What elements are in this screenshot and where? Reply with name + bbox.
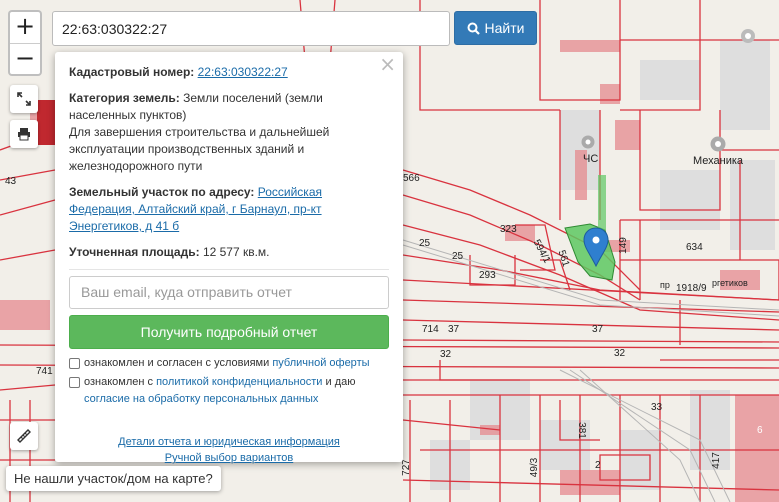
map-label-pr: пр bbox=[660, 280, 670, 290]
map-label-32a: 32 bbox=[440, 349, 452, 360]
search-icon bbox=[467, 22, 480, 35]
map-label-634: 634 bbox=[686, 242, 703, 253]
agree-offer-checkbox[interactable] bbox=[69, 358, 80, 369]
divider bbox=[69, 269, 389, 270]
address-label: Земельный участок по адресу: bbox=[69, 185, 255, 199]
popup-footer-links: Детали отчета и юридическая информация Р… bbox=[69, 434, 389, 466]
zoom-out-button[interactable]: − bbox=[10, 43, 40, 74]
map-label-1918: 1918/9 bbox=[676, 283, 707, 294]
personal-data-consent-link[interactable]: согласие на обработку персональных данны… bbox=[84, 393, 318, 405]
ruler-icon bbox=[17, 429, 31, 443]
land-purpose-text: Для завершения строительства и дальнейше… bbox=[69, 125, 330, 173]
agree-offer-text: ознакомлен и согласен с условиями публич… bbox=[84, 355, 370, 372]
map-label-49: 49/3 bbox=[529, 457, 541, 478]
cadastral-number-row: Кадастровый номер: 22:63:030322:27 bbox=[69, 64, 389, 81]
agree-privacy-text: ознакомлен с политикой конфиденциальност… bbox=[84, 374, 389, 408]
cadastral-search-input[interactable] bbox=[52, 11, 450, 46]
zoom-control: + − bbox=[8, 10, 42, 76]
cadastral-number-label: Кадастровый номер: bbox=[69, 65, 195, 79]
search-button-label: Найти bbox=[484, 20, 525, 36]
gear-icon bbox=[741, 29, 755, 43]
map-label-37a: 37 bbox=[448, 324, 460, 335]
land-category-label: Категория земель: bbox=[69, 91, 180, 105]
agree-offer-label: ознакомлен и согласен с условиями bbox=[84, 357, 270, 369]
public-offer-link[interactable]: публичной оферты bbox=[272, 357, 369, 369]
agree-privacy-label: ознакомлен с bbox=[84, 376, 154, 388]
left-highlight-area bbox=[37, 100, 55, 145]
map-label-43: 43 bbox=[5, 176, 17, 187]
poi-icon-chs bbox=[581, 135, 595, 149]
close-icon[interactable]: × bbox=[379, 54, 396, 74]
area-value: 12 577 кв.м. bbox=[202, 245, 270, 259]
map-label-323: 323 bbox=[500, 224, 517, 235]
parcel-info-popup: × Кадастровый номер: 22:63:030322:27 Кат… bbox=[55, 52, 403, 464]
map-label-727: 727 bbox=[400, 459, 412, 476]
search-button[interactable]: Найти bbox=[454, 11, 537, 45]
map-label-32b: 32 bbox=[614, 348, 626, 359]
expand-icon bbox=[17, 92, 31, 106]
not-found-button[interactable]: Не нашли участок/дом на карте? bbox=[6, 466, 221, 491]
fullscreen-button[interactable] bbox=[10, 85, 38, 113]
map-label-149: 149 bbox=[617, 237, 629, 254]
map-label-6: 6 bbox=[757, 425, 763, 436]
map-label-566: 566 bbox=[403, 173, 420, 184]
privacy-policy-link[interactable]: политикой конфиденциальности bbox=[156, 376, 322, 388]
map-label-33: 33 bbox=[651, 402, 663, 413]
map-label-37b: 37 bbox=[592, 324, 604, 335]
poi-icon-mechanika bbox=[710, 136, 726, 152]
map-label-2: 2 bbox=[595, 460, 601, 471]
agree-privacy-row: ознакомлен с политикой конфиденциальност… bbox=[69, 374, 389, 408]
area-row: Уточненная площадь: 12 577 кв.м. bbox=[69, 244, 389, 261]
area-label: Уточненная площадь: bbox=[69, 245, 200, 259]
map-label-rgetikov: ргетиков bbox=[712, 278, 748, 288]
map-label-293: 293 bbox=[479, 270, 496, 281]
agree-privacy-checkbox[interactable] bbox=[69, 377, 80, 388]
printer-icon bbox=[18, 128, 30, 141]
report-details-link[interactable]: Детали отчета и юридическая информация bbox=[118, 434, 340, 450]
map-label-417: 417 bbox=[710, 452, 722, 469]
map-label-chs: ЧС bbox=[583, 153, 599, 165]
map-label-714: 714 bbox=[422, 324, 439, 335]
land-category-row: Категория земель: Земли поселений (земли… bbox=[69, 90, 389, 175]
print-button[interactable] bbox=[10, 120, 38, 148]
email-field[interactable]: Ваш email, куда отправить отчет bbox=[69, 276, 389, 309]
map-label-mechanika: Механика bbox=[693, 155, 744, 167]
map-label-741: 741 bbox=[36, 366, 53, 377]
measure-button[interactable] bbox=[10, 422, 38, 450]
agree-offer-row: ознакомлен и согласен с условиями публич… bbox=[69, 355, 389, 372]
address-row: Земельный участок по адресу: Российская … bbox=[69, 184, 389, 235]
map-label-381: 381 bbox=[575, 422, 587, 439]
cadastral-number-link[interactable]: 22:63:030322:27 bbox=[198, 65, 288, 79]
map-label-25a: 25 bbox=[419, 238, 431, 249]
get-report-button[interactable]: Получить подробный отчет bbox=[69, 315, 389, 349]
agree-privacy-mid: и даю bbox=[325, 376, 356, 388]
map-label-25b: 25 bbox=[452, 251, 464, 262]
manual-selection-link[interactable]: Ручной выбор вариантов bbox=[165, 450, 293, 466]
zoom-in-button[interactable]: + bbox=[10, 12, 40, 43]
